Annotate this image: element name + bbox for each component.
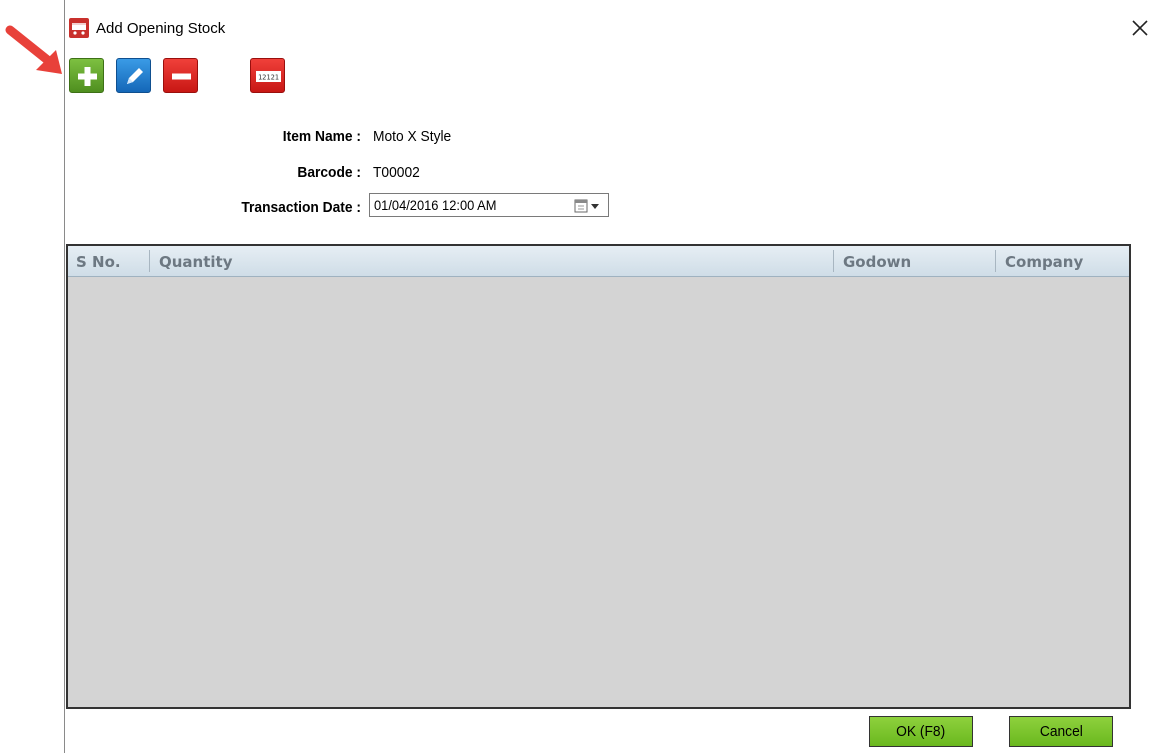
pencil-icon <box>127 68 143 84</box>
transaction-date-picker[interactable]: 01/04/2016 12:00 AM <box>369 193 609 217</box>
stock-grid[interactable]: S No. Quantity Godown Company <box>66 244 1131 709</box>
column-header-quantity[interactable]: Quantity <box>151 246 831 276</box>
close-icon[interactable] <box>1126 14 1154 42</box>
plus-icon <box>78 67 97 86</box>
column-separator <box>995 250 996 272</box>
column-header-company[interactable]: Company <box>997 246 1127 276</box>
edit-button[interactable] <box>116 58 151 93</box>
grid-header: S No. Quantity Godown Company <box>68 246 1129 277</box>
add-button[interactable] <box>69 58 104 93</box>
delete-button[interactable] <box>163 58 198 93</box>
dialog-window: Add Opening Stock 12121 Item Name: Moto… <box>64 0 1161 753</box>
transaction-date-label: Transaction Date : <box>241 199 361 216</box>
barcode-label: Barcode : <box>297 164 361 181</box>
column-header-godown[interactable]: Godown <box>835 246 995 276</box>
title-bar: Add Opening Stock <box>65 0 1161 52</box>
shopping-cart-icon <box>69 18 89 38</box>
barcode-button[interactable]: 12121 <box>250 58 285 93</box>
barcode-value: T00002 <box>373 164 420 181</box>
item-name-value: Moto X Style <box>373 128 452 145</box>
calendar-dropdown-icon[interactable] <box>574 198 602 214</box>
ok-button-label: OK (F8) <box>896 723 946 740</box>
column-header-sno[interactable]: S No. <box>68 246 148 276</box>
cancel-button[interactable]: Cancel <box>1009 716 1113 747</box>
minus-icon <box>172 73 191 80</box>
column-separator <box>833 250 834 272</box>
window-title: Add Opening Stock <box>96 20 226 37</box>
column-separator <box>149 250 150 272</box>
item-name-label: Item Name : <box>282 128 361 145</box>
cancel-button-label: Cancel <box>1039 723 1083 740</box>
barcode-icon-text: 12121 <box>258 74 279 82</box>
transaction-date-value: 01/04/2016 12:00 AM <box>374 197 497 213</box>
ok-button[interactable]: OK (F8) <box>869 716 973 747</box>
barcode-icon: 12121 <box>256 71 281 82</box>
